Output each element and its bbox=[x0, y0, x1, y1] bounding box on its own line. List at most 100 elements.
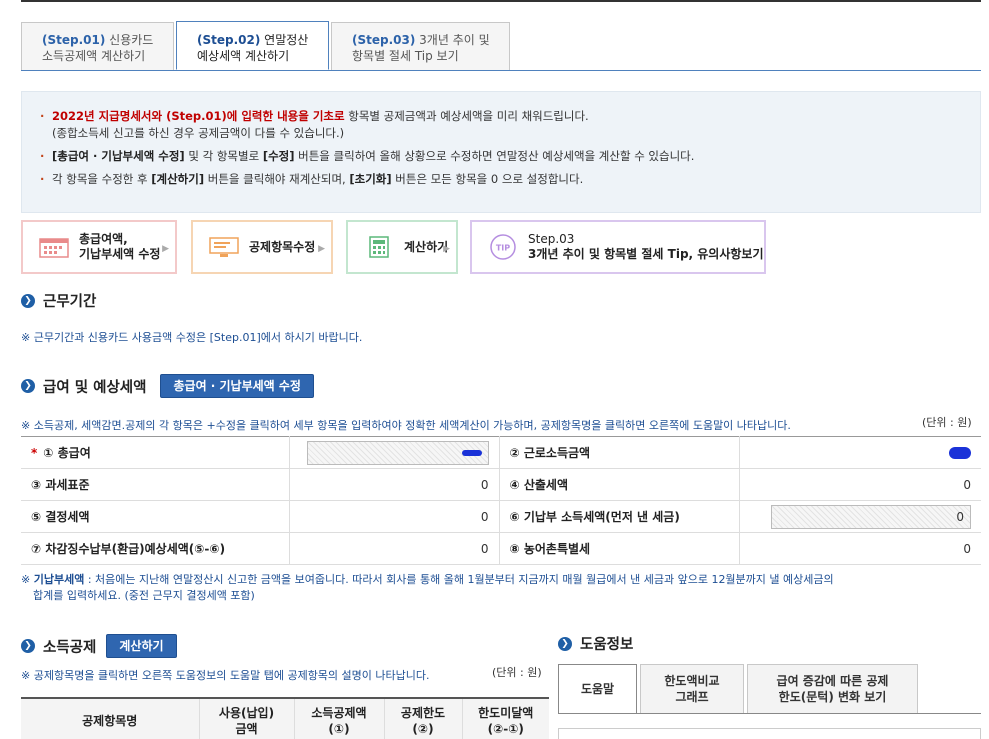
tab-step-label: (Step.03) bbox=[352, 33, 416, 47]
tab-label: 급여 증감에 따른 공제 bbox=[776, 674, 889, 688]
tab-label: 도움말 bbox=[580, 682, 615, 696]
info-text: 항목별 공제금액과 예상세액을 미리 채워드립니다. bbox=[344, 109, 589, 123]
header-text: 공제항목명 bbox=[82, 713, 138, 728]
section-help: ❯ 도움정보 bbox=[558, 633, 633, 654]
section-bullet-icon: ❯ bbox=[558, 636, 572, 651]
note-text: : 처음에는 지난해 연말정산시 신고한 금액을 보여줍니다. 따라서 회사를 … bbox=[84, 573, 834, 586]
arrow-right-icon: ▶ bbox=[162, 244, 169, 254]
redaction-mark bbox=[949, 447, 971, 459]
header-text: 금액 bbox=[235, 721, 258, 736]
prepaid-tax-field[interactable]: 0 bbox=[771, 504, 971, 529]
value-determined-tax: 0 bbox=[288, 500, 499, 533]
tab-threshold-change[interactable]: 급여 증감에 따른 공제한도(문턱) 변화 보기 bbox=[747, 664, 918, 714]
section-bullet-icon: ❯ bbox=[21, 639, 35, 653]
section-work-period: ❯ 근무기간 bbox=[21, 290, 96, 311]
header-text: 공제한도 bbox=[400, 705, 446, 720]
header-text: 사용(납입) bbox=[218, 705, 275, 720]
total-salary-field[interactable] bbox=[306, 440, 489, 465]
column-header: 사용(납입) 금액 bbox=[198, 698, 294, 739]
help-tab-divider bbox=[558, 713, 981, 714]
deduction-note: ※ 공제항목명을 클릭하면 오른쪽 도움정보의 도움말 탭에 공제항목의 설명이… bbox=[21, 669, 430, 682]
info-bold: [수정] bbox=[262, 149, 295, 163]
info-text: 버튼을 클릭하여 올해 상황으로 수정하면 연말정산 예상세액을 계산할 수 있… bbox=[294, 149, 695, 163]
value-rural-special-tax: 0 bbox=[738, 532, 981, 565]
value-cell: 0 bbox=[738, 500, 981, 533]
unit-label: (단위 : 원) bbox=[922, 416, 972, 429]
note-bold: 기납부세액 bbox=[33, 573, 85, 586]
label-total-salary: * ① 총급여 bbox=[21, 436, 289, 469]
deduction-table: 공제항목명 사용(납입) 금액 소득공제액 (①) 공제한도 (②) 한도미달액 (②-… bbox=[21, 697, 549, 739]
table-row: ⑤ 결정세액 0 ⑥ 기납부 소득세액(먼저 낸 세금) 0 bbox=[21, 500, 981, 533]
tab-title-line1: 신용카드 bbox=[105, 33, 154, 47]
section-bullet-icon: ❯ bbox=[21, 293, 35, 308]
process-step-calculate[interactable]: 계산하기 ▶ bbox=[346, 220, 458, 274]
column-header: 소득공제액 (①) bbox=[293, 698, 384, 739]
info-bold: [초기화] bbox=[349, 172, 392, 186]
tip-icon: TIP bbox=[488, 234, 518, 260]
info-item-3: 각 항목을 수정한 후 [계산하기] 버튼을 클릭해야 재계산되며, [초기화]… bbox=[40, 171, 980, 188]
tab-step-label: (Step.01) bbox=[42, 33, 106, 47]
process-label-line1: Step.03 bbox=[528, 232, 575, 246]
section-title: 도움정보 bbox=[580, 637, 634, 653]
header-text: (②-①) bbox=[487, 721, 524, 736]
process-label: 계산하기 bbox=[404, 239, 449, 254]
tab-step-label: (Step.02) bbox=[197, 33, 261, 47]
section-title: 근무기간 bbox=[43, 294, 97, 310]
top-rule bbox=[21, 0, 981, 2]
tab-title-line1: 3개년 추이 및 bbox=[415, 33, 490, 47]
label-tax-base: ③ 과세표준 bbox=[21, 468, 289, 501]
redaction-mark bbox=[461, 450, 482, 456]
section-title: 급여 및 예상세액 bbox=[43, 379, 147, 396]
unit-label: (단위 : 원) bbox=[492, 666, 542, 679]
row-label: ① 총급여 bbox=[43, 446, 91, 460]
tab-step-03[interactable]: (Step.03) 3개년 추이 및 항목별 절세 Tip 보기 bbox=[331, 22, 510, 70]
tab-help[interactable]: 도움말 bbox=[558, 664, 637, 714]
note-prefix: ※ bbox=[21, 573, 34, 586]
calculator-icon bbox=[364, 236, 394, 258]
header-text: 한도미달액 bbox=[478, 705, 534, 720]
tab-step-02[interactable]: (Step.02) 연말정산 예상세액 계산하기 bbox=[176, 21, 329, 70]
value-expected-refund: 0 bbox=[288, 532, 499, 565]
required-mark: * bbox=[31, 446, 38, 460]
salary-table: * ① 총급여 ② 근로소득금액 ③ 과세표준 0 ④ 산출세액 0 ⑤ 결정세액… bbox=[21, 436, 981, 565]
info-box: 2022년 지급명세서와 (Step.01)에 입력한 내용을 기초로 항목별 … bbox=[21, 91, 981, 213]
label-calculated-tax: ④ 산출세액 bbox=[498, 468, 739, 501]
tab-label: 한도액비교 bbox=[664, 674, 720, 688]
info-subtext: (종합소득세 신고를 하신 경우 공제금액이 다를 수 있습니다.) bbox=[52, 126, 345, 140]
process-step-deduction[interactable]: 공제항목수정 ▶ bbox=[191, 220, 333, 274]
column-header: 공제한도 (②) bbox=[383, 698, 462, 739]
salary-note: ※ 소득공제, 세액감면.공제의 각 항목은 +수정을 클릭하여 세부 항목을 … bbox=[21, 419, 791, 432]
section-title: 소득공제 bbox=[43, 639, 97, 656]
header-text: (②) bbox=[412, 721, 434, 736]
calculate-button[interactable]: 계산하기 bbox=[106, 634, 177, 658]
info-item-1: 2022년 지급명세서와 (Step.01)에 입력한 내용을 기초로 항목별 … bbox=[40, 108, 980, 142]
tab-step-01[interactable]: (Step.01) 신용카드 소득공제액 계산하기 bbox=[21, 22, 174, 70]
value-cell bbox=[288, 436, 499, 469]
process-step-tips[interactable]: TIP Step.03 3개년 추이 및 항목별 절세 Tip, 유의사항보기 bbox=[470, 220, 766, 274]
process-label-line2: 기납부세액 수정 bbox=[79, 247, 161, 261]
work-period-note: ※ 근무기간과 신용카드 사용금액 수정은 [Step.01]에서 하시기 바랍… bbox=[21, 331, 363, 344]
tab-title-line2: 예상세액 계산하기 bbox=[197, 49, 290, 63]
process-step-salary[interactable]: 총급여액, 기납부세액 수정 ▶ bbox=[21, 220, 177, 274]
step-tabs: (Step.01) 신용카드 소득공제액 계산하기 (Step.02) 연말정산… bbox=[21, 21, 981, 71]
tab-label: 한도(문턱) 변화 보기 bbox=[778, 690, 887, 704]
column-header: 공제항목명 bbox=[21, 698, 199, 739]
info-text: 각 항목을 수정한 후 bbox=[52, 172, 152, 186]
tab-title-line2: 소득공제액 계산하기 bbox=[42, 49, 146, 63]
arrow-right-icon: ▶ bbox=[443, 244, 450, 254]
process-label: 공제항목수정 bbox=[249, 239, 316, 254]
info-item-2: [총급여 · 기납부세액 수정] 및 각 항목별로 [수정] 버튼을 클릭하여 … bbox=[40, 148, 980, 165]
value-earned-income bbox=[738, 436, 981, 469]
info-text: 버튼은 모든 항목을 0 으로 설정합니다. bbox=[391, 172, 584, 186]
edit-salary-tax-button[interactable]: 총급여 · 기납부세액 수정 bbox=[160, 374, 314, 398]
svg-text:TIP: TIP bbox=[496, 244, 510, 253]
section-deduction: ❯ 소득공제 계산하기 bbox=[21, 634, 177, 658]
tab-limit-graph[interactable]: 한도액비교그래프 bbox=[640, 664, 744, 714]
table-row: * ① 총급여 ② 근로소득금액 bbox=[21, 436, 981, 469]
column-header: 한도미달액 (②-①) bbox=[461, 698, 549, 739]
prepaid-tax-footnote: ※ 기납부세액 : 처음에는 지난해 연말정산시 신고한 금액을 보여줍니다. … bbox=[21, 572, 834, 604]
label-earned-income: ② 근로소득금액 bbox=[498, 436, 739, 469]
info-bold: [총급여 · 기납부세액 수정] bbox=[52, 149, 185, 163]
label-determined-tax: ⑤ 결정세액 bbox=[21, 500, 289, 533]
tab-label: 그래프 bbox=[675, 690, 709, 704]
